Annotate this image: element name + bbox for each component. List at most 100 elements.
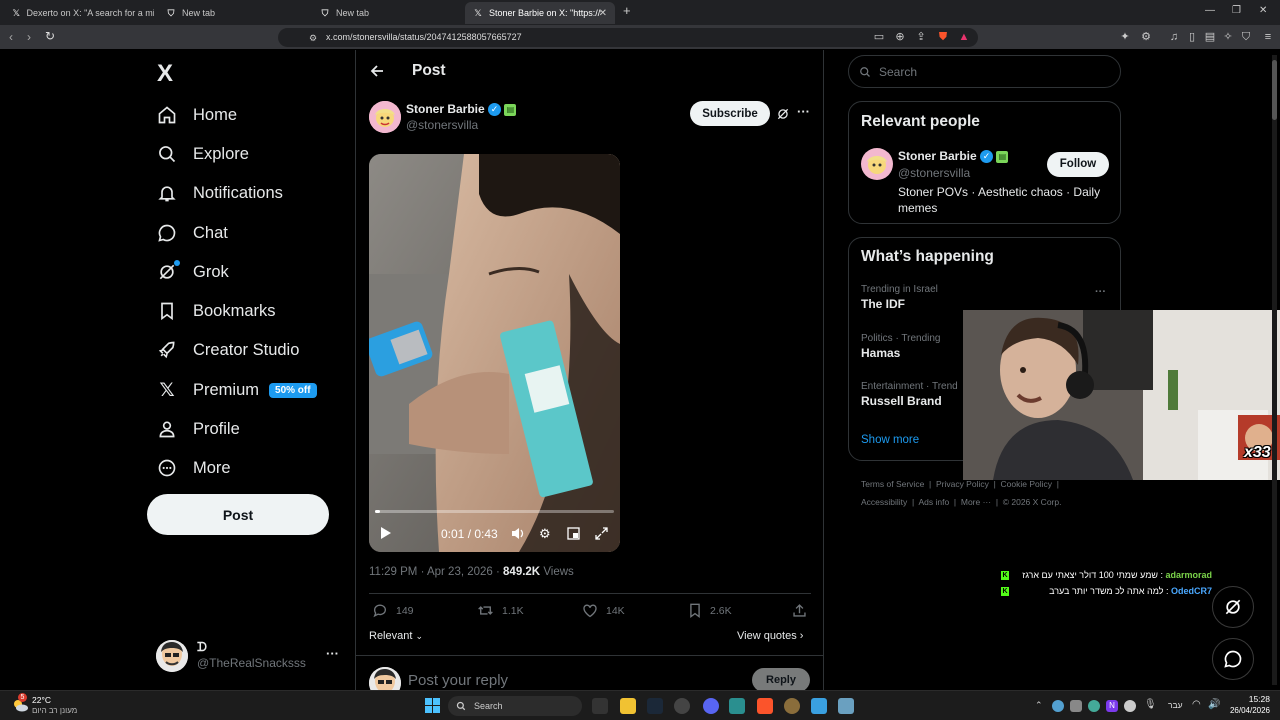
sidebar-item-premium[interactable]: 𝕏 Premium 50% off xyxy=(156,375,317,405)
volume-icon[interactable] xyxy=(511,527,525,545)
scrollbar-track[interactable] xyxy=(1272,55,1277,685)
browser-tab[interactable]: 𝕏 Dexerto on X: "A search for a missing xyxy=(4,2,154,24)
author-avatar[interactable] xyxy=(369,101,401,133)
more-icon[interactable]: ··· xyxy=(326,646,339,661)
maximize-icon[interactable]: ❐ xyxy=(1232,5,1241,16)
sidebar-icon[interactable]: ▯ xyxy=(1186,31,1198,43)
avatar[interactable] xyxy=(861,148,893,180)
footer-link[interactable]: Ads info xyxy=(918,497,949,507)
weather-icon[interactable]: 5 xyxy=(12,693,28,713)
more-icon[interactable]: ··· xyxy=(797,104,810,119)
reply-button[interactable]: Reply xyxy=(752,668,810,692)
close-window-icon[interactable]: ✕ xyxy=(1259,5,1267,16)
wifi-icon[interactable]: ◠ xyxy=(1192,699,1201,710)
sidebar-item-more[interactable]: More xyxy=(156,453,231,483)
browser-tab-active[interactable]: 𝕏 Stoner Barbie on X: "https://t.co/ ✕ xyxy=(465,2,615,24)
footer-link[interactable]: Accessibility xyxy=(861,497,907,507)
tray-icon[interactable] xyxy=(1124,700,1136,712)
zoom-icon[interactable]: ⊕ xyxy=(894,31,906,43)
footer-link[interactable]: Terms of Service xyxy=(861,479,924,489)
language-indicator[interactable]: עבר xyxy=(1168,700,1183,710)
sidebar-item-bookmarks[interactable]: Bookmarks xyxy=(156,296,276,326)
like-action[interactable]: 14K xyxy=(582,603,625,618)
app-icon[interactable] xyxy=(811,698,827,714)
app-icon[interactable] xyxy=(784,698,800,714)
windows-start-icon[interactable] xyxy=(425,698,440,718)
search-input[interactable]: Search xyxy=(848,55,1121,88)
reply-action[interactable]: 149 xyxy=(372,603,414,618)
minimize-icon[interactable]: — xyxy=(1205,5,1215,16)
reload-icon[interactable]: ↻ xyxy=(45,29,55,43)
play-icon[interactable] xyxy=(380,526,392,545)
tray-icon[interactable] xyxy=(1070,700,1082,712)
account-switcher[interactable]: ᗪ @TheRealSnacksss ··· xyxy=(156,640,348,672)
fullscreen-icon[interactable] xyxy=(595,527,608,545)
clock-time[interactable]: 15:28 xyxy=(1230,694,1270,704)
author-name-row[interactable]: Stoner Barbie ✓ ▤ xyxy=(406,102,517,117)
footer-link[interactable]: Cookie Policy xyxy=(1001,479,1053,489)
site-info-icon[interactable]: ⚙ xyxy=(307,32,319,44)
view-quotes-link[interactable]: View quotes › xyxy=(737,630,803,642)
messages-floating-button[interactable] xyxy=(1212,638,1254,680)
grok-floating-button[interactable] xyxy=(1212,586,1254,628)
post-button[interactable]: Post xyxy=(147,494,329,535)
scrollbar-thumb[interactable] xyxy=(1272,60,1277,120)
sidebar-item-notifications[interactable]: Notifications xyxy=(156,178,283,208)
browser-tab[interactable]: ⛉ New tab xyxy=(158,2,308,24)
reply-input[interactable]: Post your reply xyxy=(408,672,508,689)
subscribe-button[interactable]: Subscribe xyxy=(690,101,770,126)
menu-icon[interactable]: ≡ xyxy=(1262,31,1274,43)
share-action[interactable] xyxy=(792,603,807,618)
app-icon[interactable] xyxy=(674,698,690,714)
task-view-icon[interactable] xyxy=(592,698,608,714)
follow-button[interactable]: Follow xyxy=(1047,152,1109,177)
sort-relevant-dropdown[interactable]: Relevant ⌄ xyxy=(369,630,423,642)
brave-icon[interactable] xyxy=(757,698,773,714)
file-explorer-icon[interactable] xyxy=(620,698,636,714)
sidebar-item-explore[interactable]: Explore xyxy=(156,139,249,169)
tray-icon[interactable] xyxy=(1088,700,1100,712)
trend-item[interactable]: Politics · Trending Hamas xyxy=(861,333,940,360)
tray-icon[interactable] xyxy=(1052,700,1064,712)
brave-shield-icon[interactable]: ⛊ xyxy=(937,31,949,43)
settings-icon[interactable]: ⚙ xyxy=(1140,31,1152,43)
cast-icon[interactable]: ▭ xyxy=(873,31,885,43)
close-icon[interactable]: ✕ xyxy=(599,8,607,19)
trend-item[interactable]: Entertainment · Trend Russell Brand xyxy=(861,381,958,408)
x-logo-icon[interactable]: X xyxy=(157,60,173,88)
new-tab-button[interactable]: + xyxy=(623,3,631,18)
video-player[interactable]: 0:01 / 0:43 ⚙ xyxy=(369,154,620,552)
trend-item[interactable]: Trending in Israel The IDF xyxy=(861,284,938,311)
back-arrow-icon[interactable] xyxy=(369,63,385,84)
bookmark-action[interactable]: 2.6K xyxy=(688,603,732,618)
ai-icon[interactable]: ✧ xyxy=(1222,31,1234,43)
back-icon[interactable]: ‹ xyxy=(9,30,13,44)
rewards-icon[interactable]: ▲ xyxy=(958,31,970,43)
sidebar-item-grok[interactable]: Grok xyxy=(156,257,229,287)
vpn-icon[interactable]: ⛉ xyxy=(1240,31,1252,43)
extensions-icon[interactable]: ✦ xyxy=(1119,31,1131,43)
app-icon[interactable] xyxy=(729,698,745,714)
person-name-row[interactable]: Stoner Barbie ✓ ▤ xyxy=(898,149,1009,164)
settings-icon[interactable] xyxy=(838,698,854,714)
sidebar-item-profile[interactable]: Profile xyxy=(156,414,240,444)
pip-icon[interactable] xyxy=(567,527,580,545)
sidebar-item-home[interactable]: Home xyxy=(156,100,237,130)
steam-icon[interactable] xyxy=(647,698,663,714)
video-progress-track[interactable] xyxy=(375,510,614,513)
repost-action[interactable]: 1.1K xyxy=(477,603,524,618)
sidebar-item-chat[interactable]: Chat xyxy=(156,218,228,248)
clock-date[interactable]: 26/04/2026 xyxy=(1220,706,1270,715)
tray-chevron-icon[interactable]: ⌃ xyxy=(1035,700,1043,711)
settings-icon[interactable]: ⚙ xyxy=(539,527,551,540)
tray-icon[interactable]: N xyxy=(1106,700,1118,712)
wallet-icon[interactable]: ▤ xyxy=(1204,31,1216,43)
taskbar-search[interactable]: Search xyxy=(448,696,582,716)
show-more-link[interactable]: Show more xyxy=(861,434,919,446)
microphone-icon[interactable]: 🎙 xyxy=(1144,699,1157,710)
footer-link[interactable]: More ··· xyxy=(961,497,991,507)
share-icon[interactable]: ⇪ xyxy=(915,31,927,43)
volume-icon[interactable]: 🔊 xyxy=(1208,699,1220,710)
sidebar-item-creator-studio[interactable]: Creator Studio xyxy=(156,335,299,365)
grok-icon[interactable] xyxy=(776,107,790,126)
